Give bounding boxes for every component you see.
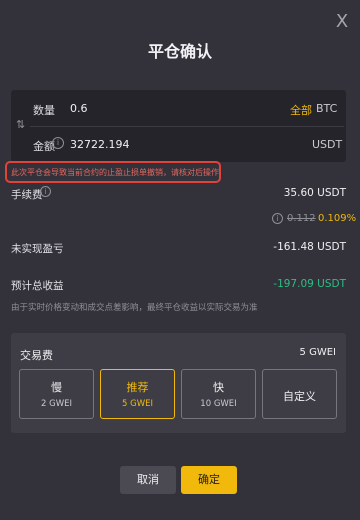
gas-option-title: 慢 [51, 381, 62, 394]
all-quantity-button[interactable]: 全部 [290, 102, 312, 118]
unrealized-pnl-label: 未实现盈亏 [11, 243, 64, 255]
amount-info-icon[interactable]: i [52, 137, 64, 149]
quantity-field[interactable]: 0.6 [70, 102, 88, 115]
fee-value: 35.60 USDT [283, 187, 346, 199]
gas-option-title: 自定义 [283, 390, 316, 403]
gas-option-recommended[interactable]: 推荐 5 GWEI [100, 369, 175, 419]
quantity-label: 数量 [33, 104, 55, 117]
gas-fee-label: 交易费 [20, 349, 53, 362]
fee-info-icon[interactable]: i [40, 186, 51, 197]
amount-unit: USDT [312, 138, 343, 151]
gas-fee-value: 5 GWEI [299, 347, 336, 358]
gas-option-slow[interactable]: 慢 2 GWEI [19, 369, 94, 419]
fee-rate-old: 0.112 [287, 213, 316, 224]
dialog-title: 平仓确认 [147, 42, 212, 61]
unrealized-pnl-value: -161.48 USDT [273, 241, 346, 253]
gas-option-custom[interactable]: 自定义 [262, 369, 337, 419]
warning-text: 此次平仓会导致当前合约的止盈止损单撤销，请核对后操作 [11, 168, 219, 177]
fee-label: 手续费 [11, 189, 43, 201]
cancel-button[interactable]: 取消 [120, 466, 176, 494]
estimated-return-value: -197.09 USDT [273, 278, 346, 290]
estimate-note: 由于实时价格变动和成交点差影响，最终平仓收益以实际交易为准 [11, 303, 258, 313]
gas-option-fast[interactable]: 快 10 GWEI [181, 369, 256, 419]
estimated-return-label: 预计总收益 [11, 280, 64, 292]
rate-info-icon[interactable]: i [272, 213, 283, 224]
swap-vertical-icon[interactable]: ⇅ [16, 118, 25, 132]
gas-option-value: 10 GWEI [200, 399, 237, 409]
gas-option-value: 2 GWEI [41, 399, 72, 409]
quantity-unit: BTC [316, 102, 338, 115]
gas-option-value: 5 GWEI [122, 399, 153, 409]
amount-field[interactable]: 32722.194 [70, 138, 130, 151]
confirm-button[interactable]: 确定 [181, 466, 237, 494]
gas-option-title: 推荐 [126, 381, 149, 394]
fee-rate-new: 0.109% [318, 213, 357, 224]
order-divider [30, 126, 344, 127]
gas-option-title: 快 [213, 381, 224, 394]
close-icon[interactable]: X [332, 12, 352, 32]
